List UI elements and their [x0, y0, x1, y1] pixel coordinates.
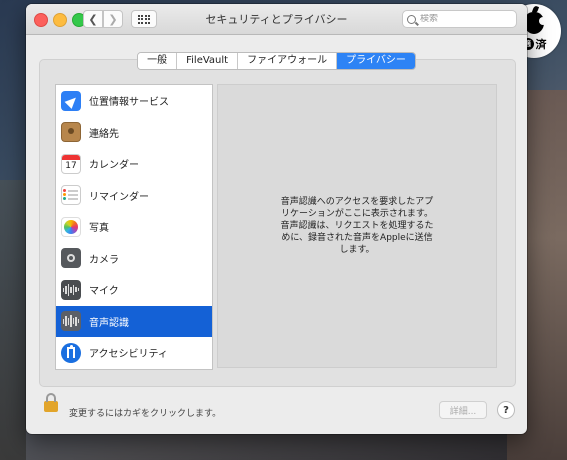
accessibility-icon [61, 342, 81, 363]
desktop-wallpaper-left [0, 180, 26, 460]
empty-state-message: 音声認識へのアクセスを要求したアプリケーションがここに表示されます。音声認識は、… [280, 197, 434, 255]
tab-bar: 一般 FileVault ファイアウォール プライバシー [26, 52, 527, 70]
microphone-waveform-icon [61, 279, 81, 300]
privacy-service-list[interactable]: 位置情報サービス 連絡先 17 カレンダー リマインダー 写真 カメラ マイク … [55, 84, 213, 370]
badge-text: 済 [535, 38, 547, 51]
list-item-accessibility[interactable]: アクセシビリティ [56, 337, 212, 369]
list-item-label: アクセシビリティ [89, 349, 168, 361]
list-item-label: カメラ [89, 254, 119, 266]
list-item-speech-recognition[interactable]: 音声認識 [56, 305, 212, 337]
list-item-photos[interactable]: 写真 [56, 211, 212, 243]
search-input[interactable] [420, 14, 510, 24]
list-item-label: カレンダー [89, 160, 139, 172]
reminders-icon [61, 185, 81, 206]
lock-label: 変更するにはカギをクリックします。 [69, 409, 222, 419]
list-item-location-services[interactable]: 位置情報サービス [56, 85, 212, 117]
list-item-microphone[interactable]: マイク [56, 274, 212, 306]
details-button[interactable]: 詳細... [439, 401, 487, 419]
camera-icon [61, 248, 81, 269]
list-item-calendars[interactable]: 17 カレンダー [56, 148, 212, 180]
list-item-label: 音声認識 [89, 317, 129, 329]
search-icon [407, 14, 416, 24]
list-item-camera[interactable]: カメラ [56, 243, 212, 275]
list-item-contacts[interactable]: 連絡先 [56, 117, 212, 149]
contacts-icon [61, 122, 81, 143]
calendar-icon: 17 [61, 153, 81, 174]
privacy-panel: 位置情報サービス 連絡先 17 カレンダー リマインダー 写真 カメラ マイク … [39, 59, 516, 387]
list-item-label: リマインダー [89, 191, 149, 203]
preferences-window: ❮ ❯ セキュリティとプライバシー 一般 FileVault ファイアウォール … [26, 4, 527, 434]
tab-firewall[interactable]: ファイアウォール [238, 53, 338, 69]
list-item-label: マイク [89, 286, 119, 298]
list-item-label: 写真 [89, 223, 109, 235]
tab-general[interactable]: 一般 [138, 53, 178, 69]
apple-logo-icon [524, 12, 547, 34]
app-list-area[interactable]: 音声認識へのアクセスを要求したアプリケーションがここに表示されます。音声認識は、… [217, 84, 497, 368]
speech-recognition-waveform-icon [61, 311, 81, 332]
lock-icon[interactable] [44, 393, 58, 412]
list-item-label: 連絡先 [89, 128, 119, 140]
list-item-reminders[interactable]: リマインダー [56, 180, 212, 212]
location-arrow-icon [61, 90, 81, 111]
tab-privacy[interactable]: プライバシー [337, 53, 415, 69]
photos-icon [61, 216, 81, 237]
title-bar: ❮ ❯ セキュリティとプライバシー [26, 4, 527, 35]
list-item-label: 位置情報サービス [89, 97, 169, 109]
help-button[interactable]: ? [497, 401, 515, 419]
search-field[interactable] [402, 10, 517, 28]
tab-filevault[interactable]: FileVault [177, 53, 239, 69]
